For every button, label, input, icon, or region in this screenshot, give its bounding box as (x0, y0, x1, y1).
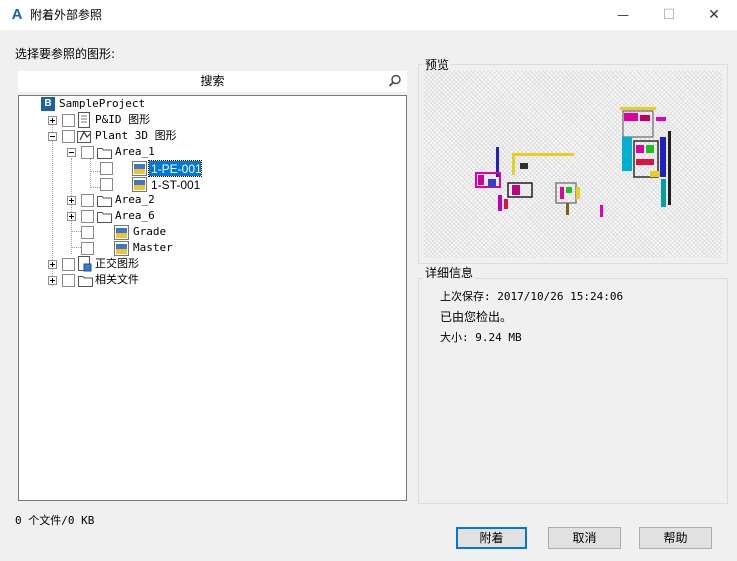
tree-label-master[interactable]: Master (133, 241, 173, 255)
tree-label-area6[interactable]: Area_6 (115, 209, 155, 223)
preview-label: 预览 (423, 58, 452, 72)
folder-icon (97, 212, 112, 223)
checkbox-ortho[interactable] (62, 258, 75, 271)
expand-toggle-area2[interactable] (67, 196, 76, 205)
expand-toggle-pid[interactable] (48, 116, 57, 125)
checkbox-area6[interactable] (81, 210, 94, 223)
plant-drawing-icon (114, 241, 129, 256)
checkbox-st001[interactable] (100, 178, 113, 191)
pid-drawing-icon (78, 112, 90, 128)
plant-drawing-icon (114, 225, 129, 240)
attach-button[interactable]: 附着 (456, 527, 527, 549)
project-icon: B (41, 97, 55, 111)
tree-guide-line (71, 231, 81, 233)
plant-drawing-preview-graphic (475, 107, 671, 217)
file-count-text: 0 个文件/0 KB (15, 514, 95, 527)
checkbox-area2[interactable] (81, 194, 94, 207)
last-saved-text: 上次保存: 2017/10/26 15:24:06 (440, 290, 624, 303)
expand-toggle-area6[interactable] (67, 212, 76, 221)
tree-label-root: SampleProject (59, 97, 146, 110)
checkbox-area1[interactable] (81, 146, 94, 159)
autocad-app-icon: A (11, 6, 23, 23)
checkbox-pe001[interactable] (100, 162, 113, 175)
plant3d-folder-icon (77, 130, 91, 143)
tree-guide-line (90, 158, 92, 188)
checkout-status-text: 已由您检出。 (440, 310, 513, 324)
checkbox-plant3d[interactable] (62, 130, 75, 143)
file-size-text: 大小: 9.24 MB (440, 331, 522, 344)
preview-image (424, 71, 722, 258)
expand-toggle-ortho[interactable] (48, 260, 57, 269)
search-icon[interactable] (388, 74, 402, 88)
folder-icon (97, 196, 112, 207)
tree-label-plant3d[interactable]: Plant 3D 图形 (95, 129, 177, 143)
collapse-toggle-plant3d[interactable] (48, 132, 57, 141)
select-drawing-label: 选择要参照的图形: (15, 47, 116, 61)
window-title: 附着外部参照 (30, 8, 103, 22)
tree-guide-line (71, 158, 73, 254)
close-button[interactable]: ✕ (691, 0, 737, 30)
tree-label-pid[interactable]: P&ID 图形 (95, 113, 150, 127)
tree-label-area1[interactable]: Area_1 (115, 145, 155, 159)
maximize-icon: ☐ (662, 7, 676, 23)
ortho-drawing-icon (78, 256, 92, 272)
tree-label-grade[interactable]: Grade (133, 225, 166, 239)
tree-label-area2[interactable]: Area_2 (115, 193, 155, 207)
plant-drawing-icon (132, 177, 147, 192)
search-label: 搜索 (200, 74, 225, 88)
tree-label-pe001[interactable]: 1-PE-001 (151, 162, 202, 176)
cancel-button[interactable]: 取消 (548, 527, 621, 549)
tree-guide-line (90, 187, 100, 189)
details-label: 详细信息 (423, 266, 476, 280)
checkbox-master[interactable] (81, 242, 94, 255)
minimize-button[interactable]: — (600, 0, 646, 30)
expand-toggle-related[interactable] (48, 276, 57, 285)
tree-label-ortho[interactable]: 正交图形 (95, 257, 139, 271)
checkbox-pid[interactable] (62, 114, 75, 127)
help-button[interactable]: 帮助 (639, 527, 712, 549)
tree-guide-line (71, 247, 81, 249)
minimize-icon: — (617, 8, 629, 22)
folder-icon (78, 276, 93, 287)
collapse-toggle-area1[interactable] (67, 148, 76, 157)
tree-guide-line (90, 171, 100, 173)
checkbox-related[interactable] (62, 274, 75, 287)
search-field[interactable]: 搜索 (18, 71, 407, 92)
drawing-tree[interactable]: B SampleProject P&ID 图形 Plant 3D 图形 Area… (18, 95, 407, 501)
tree-label-related[interactable]: 相关文件 (95, 273, 139, 287)
tree-label-st001[interactable]: 1-ST-001 (151, 178, 200, 192)
close-icon: ✕ (708, 7, 720, 23)
maximize-button[interactable]: ☐ (646, 0, 692, 30)
folder-icon (97, 148, 112, 159)
checkbox-grade[interactable] (81, 226, 94, 239)
plant-drawing-icon (132, 161, 147, 176)
